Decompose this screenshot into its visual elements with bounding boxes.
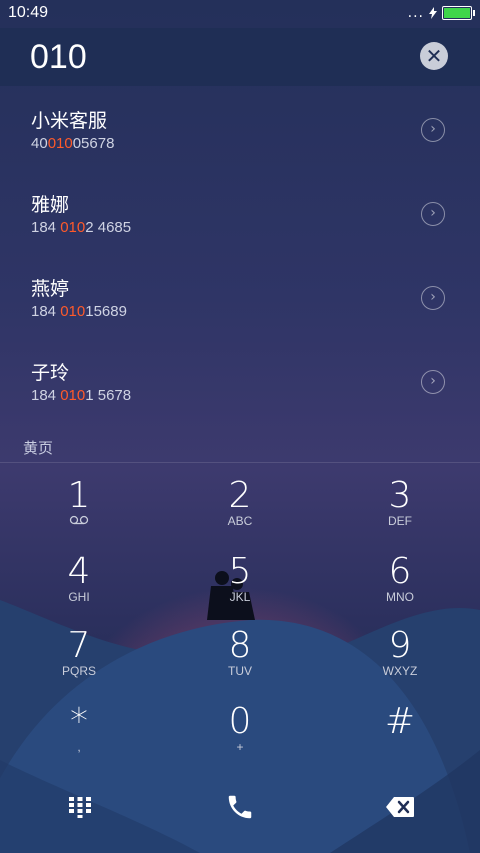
contact-row[interactable]: 雅娜 184 0102 4685 › [0,170,480,254]
contact-number: 4001005678 [31,135,115,152]
dialpad-toggle-button[interactable] [50,777,110,837]
divider [0,462,480,463]
key-star[interactable]: * , [24,702,134,772]
bottom-bar [0,765,480,853]
key-7[interactable]: 7 PQRS [24,626,134,696]
call-button[interactable] [210,777,270,837]
close-icon: ✕ [425,44,443,68]
backspace-icon [386,797,414,817]
key-6[interactable]: 6 MNO [345,552,455,622]
key-3[interactable]: 3 DEF [345,476,455,546]
contact-name: 小米客服 [31,110,108,132]
voicemail-icon [24,514,134,528]
battery-level [444,8,470,18]
battery-icon [442,6,475,20]
key-4[interactable]: 4 GHI [24,552,134,622]
yellow-pages-label[interactable]: 黄页 [23,437,53,458]
dial-input-bar: 010 ✕ [0,28,480,86]
key-hash[interactable]: # [345,702,455,772]
contact-results: 小米客服 4001005678 › 雅娜 184 0102 4685 › 燕婷 … [0,86,480,422]
status-icons: ... [407,5,475,21]
dialpad-icon [69,797,91,818]
contact-row[interactable]: 子玲 184 0101 5678 › [0,338,480,422]
contact-name: 雅娜 [31,194,70,216]
contact-name: 燕婷 [31,278,70,300]
dialed-number[interactable]: 010 [30,38,87,77]
clear-button[interactable]: ✕ [420,42,448,70]
status-bar: 10:49 ... [0,0,480,28]
contact-number: 184 01015689 [31,303,127,320]
chevron-right-icon[interactable]: › [421,286,445,310]
key-2[interactable]: 2 ABC [185,476,295,546]
key-8[interactable]: 8 TUV [185,626,295,696]
contact-row[interactable]: 燕婷 184 01015689 › [0,254,480,338]
bolt-icon [429,7,437,19]
status-time: 10:49 [8,4,49,21]
chevron-right-icon[interactable]: › [421,118,445,142]
phone-icon [228,795,252,819]
contact-number: 184 0102 4685 [31,219,132,236]
chevron-right-icon[interactable]: › [421,370,445,394]
chevron-right-icon[interactable]: › [421,202,445,226]
contact-row[interactable]: 小米客服 4001005678 › [0,86,480,170]
contact-name: 子玲 [31,362,70,384]
contact-number: 184 0101 5678 [31,387,132,404]
signal-dots: ... [407,5,424,21]
key-1[interactable]: 1 [24,476,134,546]
key-9[interactable]: 9 WXYZ [345,626,455,696]
key-0[interactable]: 0 + [185,702,295,772]
delete-button[interactable] [370,777,430,837]
key-5[interactable]: 5 JKL [185,552,295,622]
